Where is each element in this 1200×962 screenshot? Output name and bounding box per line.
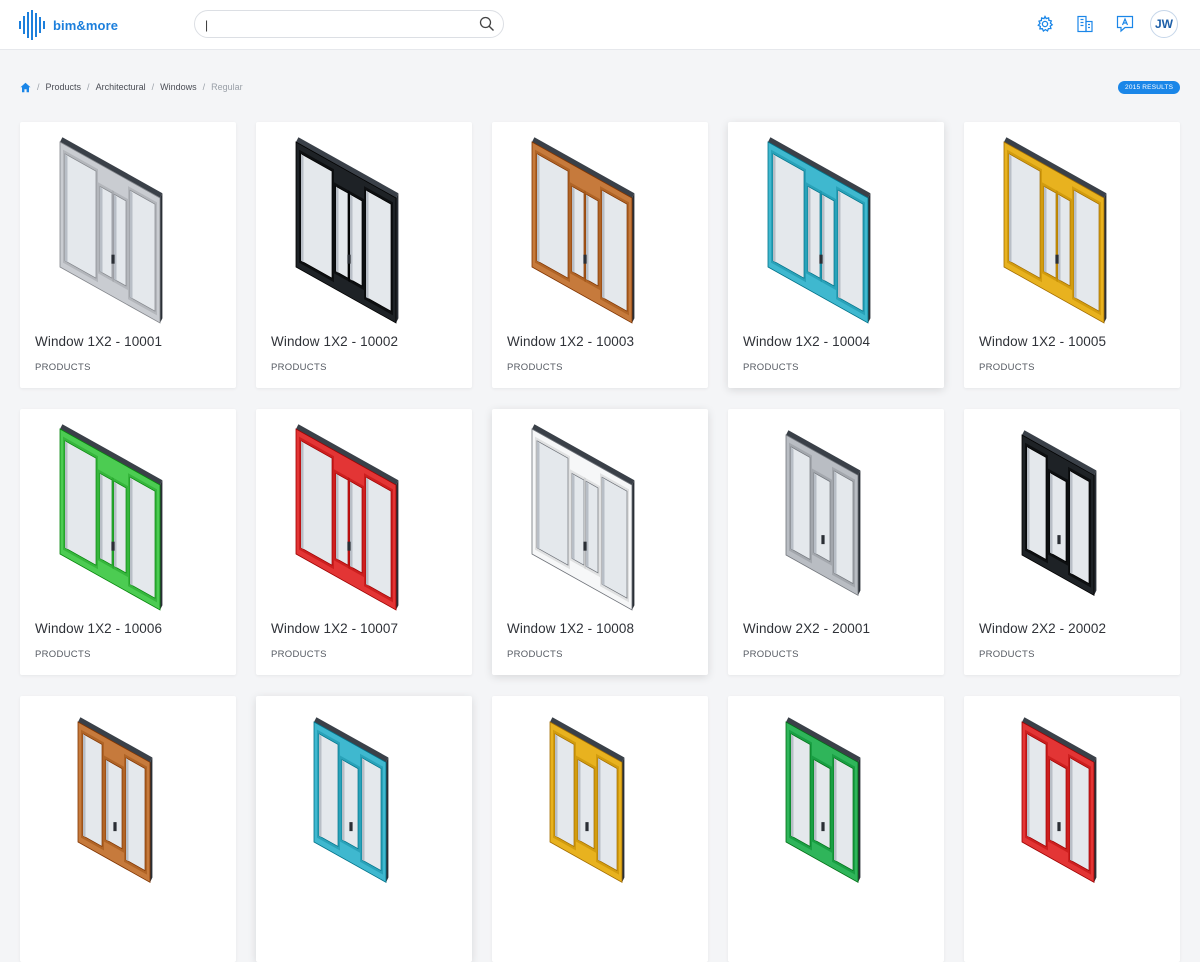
product-category: PRODUCTS: [507, 649, 563, 660]
product-title[interactable]: Window 1X2 - 10008: [507, 621, 634, 636]
product-card[interactable]: Window 1X2 - 10006 PRODUCTS: [20, 409, 236, 675]
user-avatar[interactable]: JW: [1150, 10, 1178, 38]
breadcrumb-architectural[interactable]: Architectural: [96, 82, 146, 92]
product-thumbnail[interactable]: [964, 130, 1180, 330]
brand-name: bim&more: [53, 17, 119, 33]
product-category: PRODUCTS: [743, 362, 799, 373]
gear-icon[interactable]: [1036, 15, 1054, 33]
product-thumbnail[interactable]: [20, 704, 236, 904]
product-category: PRODUCTS: [271, 649, 327, 660]
product-card[interactable]: Window 1X2 - 10004 PRODUCTS: [728, 122, 944, 388]
breadcrumb-separator: /: [202, 82, 206, 92]
top-header: bim&more JW: [0, 0, 1200, 50]
product-thumbnail[interactable]: [492, 704, 708, 904]
user-initials: JW: [1155, 17, 1173, 31]
product-thumbnail[interactable]: [964, 704, 1180, 904]
product-title[interactable]: Window 1X2 - 10002: [271, 334, 398, 349]
product-thumbnail[interactable]: [728, 417, 944, 617]
product-thumbnail[interactable]: [20, 417, 236, 617]
product-title[interactable]: Window 1X2 - 10006: [35, 621, 162, 636]
product-title[interactable]: Window 1X2 - 10001: [35, 334, 162, 349]
breadcrumb-current: Regular: [211, 82, 243, 92]
search-input[interactable]: [203, 14, 467, 36]
product-category: PRODUCTS: [35, 649, 91, 660]
product-title[interactable]: Window 2X2 - 20002: [979, 621, 1106, 636]
product-card[interactable]: [492, 696, 708, 962]
product-card[interactable]: [20, 696, 236, 962]
product-title[interactable]: Window 2X2 - 20001: [743, 621, 870, 636]
building-icon[interactable]: [1076, 15, 1094, 33]
product-category: PRODUCTS: [35, 362, 91, 373]
product-card[interactable]: Window 1X2 - 10001 PRODUCTS: [20, 122, 236, 388]
product-thumbnail[interactable]: [256, 417, 472, 617]
product-title[interactable]: Window 1X2 - 10003: [507, 334, 634, 349]
product-card[interactable]: [256, 696, 472, 962]
product-thumbnail[interactable]: [20, 130, 236, 330]
product-card[interactable]: Window 2X2 - 20002 PRODUCTS: [964, 409, 1180, 675]
product-title[interactable]: Window 1X2 - 10007: [271, 621, 398, 636]
brand-logo[interactable]: bim&more: [19, 10, 118, 40]
product-category: PRODUCTS: [979, 649, 1035, 660]
breadcrumb-products[interactable]: Products: [46, 82, 82, 92]
product-thumbnail[interactable]: [492, 130, 708, 330]
breadcrumb-separator: /: [151, 82, 155, 92]
product-thumbnail[interactable]: [728, 130, 944, 330]
product-category: PRODUCTS: [271, 362, 327, 373]
product-title[interactable]: Window 1X2 - 10004: [743, 334, 870, 349]
product-category: PRODUCTS: [743, 649, 799, 660]
translate-icon[interactable]: [1116, 15, 1134, 33]
search-box[interactable]: [194, 10, 504, 38]
product-thumbnail[interactable]: [492, 417, 708, 617]
breadcrumb: / Products / Architectural / Windows / R…: [20, 80, 243, 94]
product-category: PRODUCTS: [979, 362, 1035, 373]
breadcrumb-separator: /: [87, 82, 90, 92]
product-card[interactable]: Window 1X2 - 10003 PRODUCTS: [492, 122, 708, 388]
product-thumbnail[interactable]: [964, 417, 1180, 617]
product-title[interactable]: Window 1X2 - 10005: [979, 334, 1106, 349]
product-thumbnail[interactable]: [728, 704, 944, 904]
product-category: PRODUCTS: [507, 362, 563, 373]
breadcrumb-windows[interactable]: Windows: [160, 82, 197, 92]
product-thumbnail[interactable]: [256, 704, 472, 904]
product-card[interactable]: Window 1X2 - 10002 PRODUCTS: [256, 122, 472, 388]
product-card[interactable]: [964, 696, 1180, 962]
product-card[interactable]: Window 2X2 - 20001 PRODUCTS: [728, 409, 944, 675]
results-count-badge: 2015 RESULTS: [1118, 81, 1181, 94]
home-icon[interactable]: [20, 82, 31, 93]
breadcrumb-separator: /: [37, 82, 40, 92]
search-icon[interactable]: [479, 16, 495, 32]
product-card[interactable]: Window 1X2 - 10007 PRODUCTS: [256, 409, 472, 675]
product-card[interactable]: [728, 696, 944, 962]
product-card[interactable]: Window 1X2 - 10008 PRODUCTS: [492, 409, 708, 675]
product-thumbnail[interactable]: [256, 130, 472, 330]
product-card[interactable]: Window 1X2 - 10005 PRODUCTS: [964, 122, 1180, 388]
logo-mark-icon: [19, 10, 45, 40]
